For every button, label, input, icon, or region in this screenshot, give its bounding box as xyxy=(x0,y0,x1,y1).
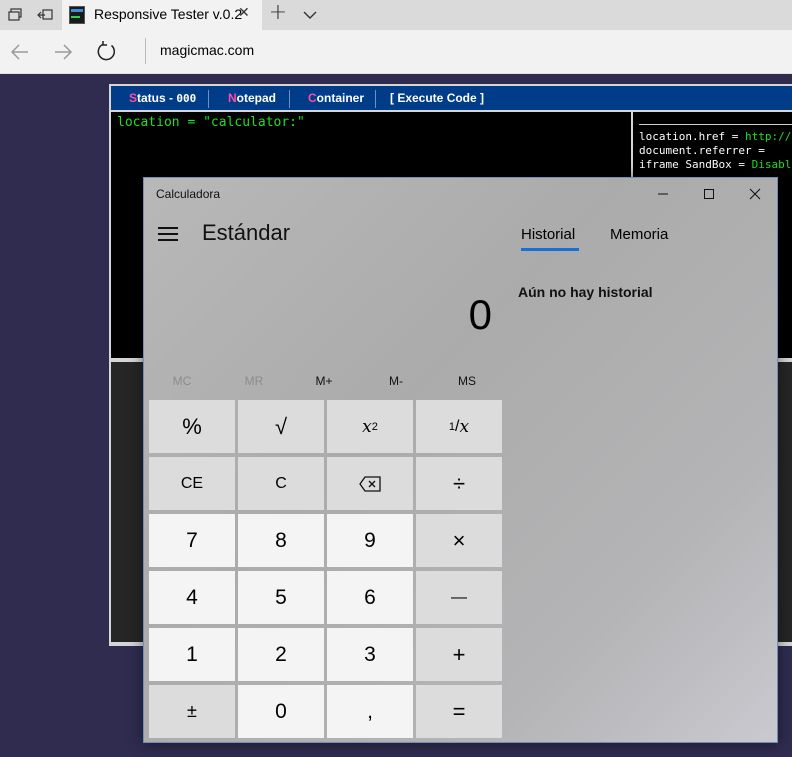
digit-6-button[interactable]: 6 xyxy=(327,571,413,624)
reciprocal-button[interactable]: 1/x xyxy=(416,400,502,453)
multiply-button[interactable]: × xyxy=(416,514,502,567)
digit-4-button[interactable]: 4 xyxy=(149,571,235,624)
digit-7-button[interactable]: 7 xyxy=(149,514,235,567)
tab-history[interactable]: Historial xyxy=(521,226,575,243)
digit-0-button[interactable]: 0 xyxy=(238,685,324,738)
menu-divider xyxy=(208,90,209,108)
memory-recall-button[interactable]: MR xyxy=(224,374,284,388)
clear-entry-button[interactable]: CE xyxy=(149,457,235,510)
active-tab-indicator xyxy=(521,248,579,251)
digit-8-button[interactable]: 8 xyxy=(238,514,324,567)
equals-button[interactable]: = xyxy=(416,685,502,738)
browser-nav-bar: magicmac.com xyxy=(0,30,792,74)
tab-memory[interactable]: Memoria xyxy=(610,226,668,243)
hamburger-menu-icon[interactable] xyxy=(158,225,180,241)
close-icon[interactable] xyxy=(744,184,766,204)
back-arrow-icon[interactable] xyxy=(8,40,32,64)
code-text: location = "calculator:" xyxy=(117,115,305,130)
digit-1-button[interactable]: 1 xyxy=(149,628,235,681)
percent-button[interactable]: % xyxy=(149,400,235,453)
history-empty-message: Aún no hay historial xyxy=(518,284,653,300)
maximize-icon[interactable] xyxy=(698,184,720,204)
tab-responsive-tester[interactable]: Responsive Tester v.0.2 ✕ xyxy=(62,0,262,30)
info-line-referrer: document.referrer = xyxy=(639,144,772,157)
new-tab-button[interactable]: + xyxy=(266,2,290,26)
menu-container[interactable]: Container xyxy=(308,86,364,110)
menu-execute-code[interactable]: [ Execute Code ] xyxy=(390,86,484,110)
info-divider xyxy=(639,124,792,125)
show-aside-tabs-icon[interactable] xyxy=(36,6,54,24)
address-separator xyxy=(145,38,146,64)
menu-divider xyxy=(289,90,290,108)
tab-title: Responsive Tester v.0.2 xyxy=(94,6,243,22)
digit-5-button[interactable]: 5 xyxy=(238,571,324,624)
subtract-button[interactable]: — xyxy=(416,571,502,624)
calculator-display: 0 xyxy=(468,291,492,338)
menu-divider xyxy=(375,90,376,108)
digit-2-button[interactable]: 2 xyxy=(238,628,324,681)
address-bar[interactable]: magicmac.com xyxy=(160,42,254,58)
browser-tab-bar: Responsive Tester v.0.2 ✕ + xyxy=(0,0,792,30)
refresh-icon[interactable] xyxy=(95,40,119,64)
digit-3-button[interactable]: 3 xyxy=(327,628,413,681)
chevron-down-icon[interactable] xyxy=(298,4,322,26)
memory-store-button[interactable]: MS xyxy=(437,374,497,388)
menu-notepad[interactable]: Notepad xyxy=(228,86,276,110)
set-aside-tabs-icon[interactable] xyxy=(6,6,24,24)
minimize-icon[interactable] xyxy=(652,184,674,204)
forward-arrow-icon[interactable] xyxy=(51,40,75,64)
add-button[interactable]: + xyxy=(416,628,502,681)
divide-button[interactable]: ÷ xyxy=(416,457,502,510)
square-button[interactable]: x2 xyxy=(327,400,413,453)
tester-menu-bar: Status - 000 Notepad Container [ Execute… xyxy=(111,86,792,110)
calculator-mode-title: Estándar xyxy=(202,220,291,245)
negate-button[interactable]: ± xyxy=(149,685,235,738)
clear-button[interactable]: C xyxy=(238,457,324,510)
info-line-sandbox: iframe SandBox = Disabl xyxy=(639,158,792,171)
info-line-location: location.href = http:// xyxy=(639,130,792,143)
calculator-window: Calculadora Estándar 0 MC MR M+ M- MS % … xyxy=(143,177,778,743)
memory-add-button[interactable]: M+ xyxy=(294,374,354,388)
backspace-icon[interactable] xyxy=(327,457,413,510)
menu-status[interactable]: Status - 000 xyxy=(129,86,196,110)
square-root-button[interactable]: √ xyxy=(238,400,324,453)
digit-9-button[interactable]: 9 xyxy=(327,514,413,567)
memory-subtract-button[interactable]: M- xyxy=(366,374,426,388)
memory-clear-button[interactable]: MC xyxy=(152,374,212,388)
window-title: Calculadora xyxy=(156,187,221,201)
tab-close-button[interactable]: ✕ xyxy=(238,5,250,21)
decimal-button[interactable]: , xyxy=(327,685,413,738)
site-favicon-icon xyxy=(69,6,85,24)
